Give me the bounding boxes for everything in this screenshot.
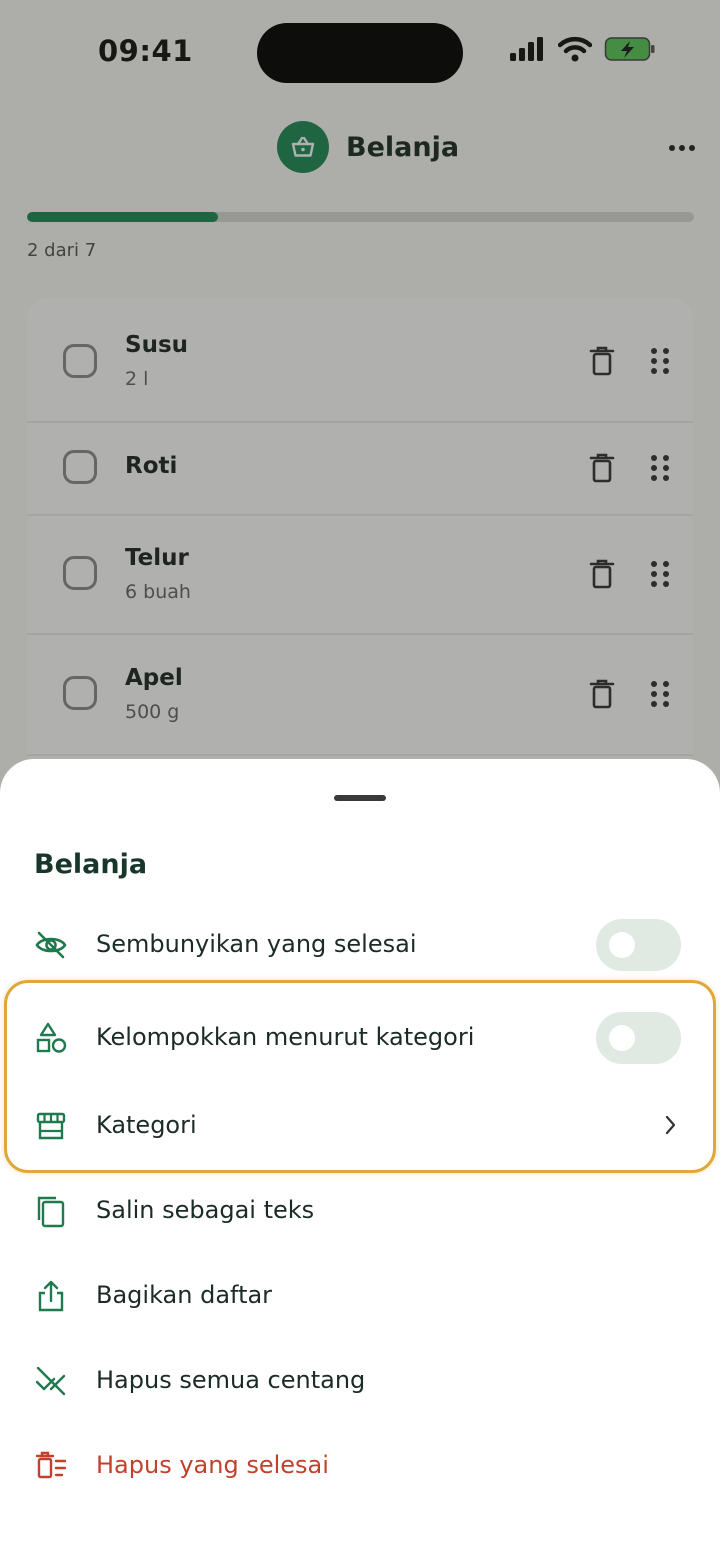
group-by-category-toggle[interactable] [596,1012,681,1064]
menu-label: Hapus yang selesai [96,1451,329,1479]
menu-item-categories[interactable]: Kategori [0,1091,720,1161]
screen: 09:41 Belanja 2 dari 7 Susu 2 l Roti Tel… [0,0,720,1564]
share-icon [38,1280,64,1312]
menu-item-uncheck-all[interactable]: Hapus semua centang [0,1346,720,1416]
sheet-drag-handle[interactable] [334,795,386,801]
menu-label: Hapus semua centang [96,1366,366,1394]
shapes-icon [36,1022,67,1053]
menu-item-group-by-category[interactable]: Kelompokkan menurut kategori [0,1003,720,1073]
sheet-title: Belanja [34,849,148,880]
menu-item-copy-text[interactable]: Salin sebagai teks [0,1176,720,1246]
menu-label: Kelompokkan menurut kategori [96,1023,475,1051]
toggle-knob [609,932,635,958]
menu-item-hide-done[interactable]: Sembunyikan yang selesai [0,910,720,980]
hide-done-toggle[interactable] [596,919,681,971]
menu-item-share-list[interactable]: Bagikan daftar [0,1261,720,1331]
menu-label: Kategori [96,1111,197,1139]
menu-label: Bagikan daftar [96,1281,273,1309]
eye-off-icon [35,931,67,959]
menu-label: Salin sebagai teks [96,1196,315,1224]
menu-label: Sembunyikan yang selesai [96,930,417,958]
menu-item-delete-done[interactable]: Hapus yang selesai [0,1431,720,1501]
chevron-right-icon [665,1115,676,1135]
delete-done-icon [35,1451,67,1479]
toggle-knob [609,1025,635,1051]
copy-icon [37,1196,65,1228]
uncheck-icon [35,1366,66,1396]
bottom-sheet: Belanja Sembunyikan yang selesai Kelompo… [0,759,720,1564]
store-icon [36,1112,66,1140]
